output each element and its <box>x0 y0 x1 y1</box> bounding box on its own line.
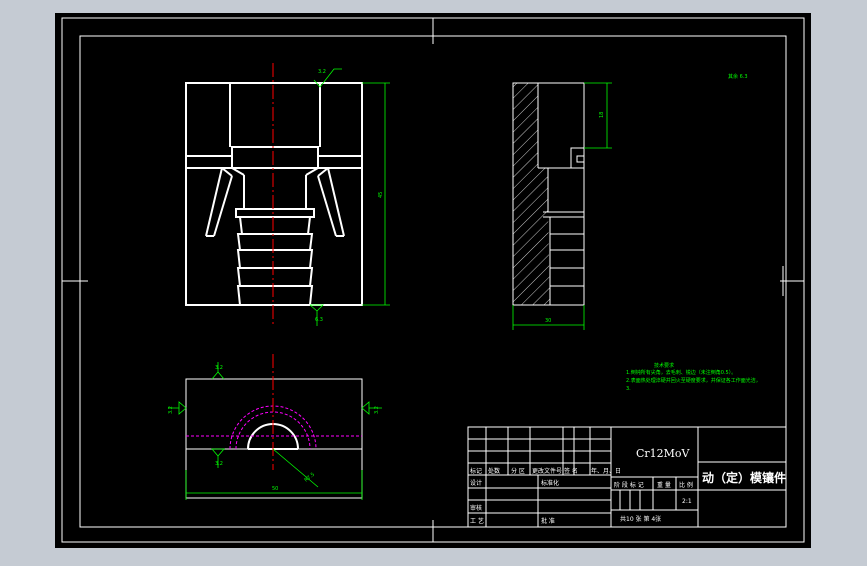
header-date: 年、月、日 <box>591 467 621 475</box>
header-mark: 标记 <box>470 467 482 475</box>
process-label: 工 艺 <box>470 517 484 525</box>
height-dimension-text: 45 <box>378 192 384 198</box>
header-count: 处数 <box>488 467 500 475</box>
corner-roughness-note: 其余 6.3 <box>728 73 748 80</box>
drawing-canvas: 45 3.2 6.3 18 30 50 R7.5 3.2 3.2 3.2 3.2… <box>0 0 867 562</box>
sheet-info: 共10 张 第 4张 <box>620 515 661 523</box>
design-label: 设计 <box>470 479 482 487</box>
plan-roughness-left: 3.2 <box>168 406 174 414</box>
plan-roughness-right: 3.2 <box>374 406 380 414</box>
part-name-label: 动（定）模镶件 <box>702 470 786 485</box>
roughness-bottom-value: 6.3 <box>315 317 323 323</box>
tech-req-line2: 2.表面热处理淬硬并回火至硬度要求，并保证各工作面光洁， <box>626 377 761 384</box>
material-label: Cr12MoV <box>636 447 691 460</box>
cad-viewport[interactable]: 45 3.2 6.3 18 30 50 R7.5 3.2 3.2 3.2 3.2… <box>0 0 867 562</box>
scale-value: 2:1 <box>682 498 692 505</box>
weight-label: 重 量 <box>657 481 671 489</box>
approve-label: 批 准 <box>541 517 555 525</box>
roughness-top-value: 3.2 <box>318 69 326 75</box>
side-width-dimension-text: 30 <box>545 318 551 324</box>
tech-req-line1: 1.倒钝所有尖角，去毛刺、锐边（未注倒角0.5）。 <box>626 369 736 376</box>
side-top-dimension-text: 18 <box>599 112 605 118</box>
check-label: 审核 <box>470 504 482 512</box>
scale-label: 比 例 <box>679 481 693 489</box>
header-zone: 分 区 <box>511 467 525 475</box>
plan-roughness-top: 3.2 <box>215 365 223 371</box>
header-change-doc: 更改文件号 <box>532 467 562 475</box>
standard-label: 标准化 <box>541 479 559 487</box>
plan-width-dimension-text: 50 <box>272 486 278 492</box>
header-signature: 签 名 <box>564 467 578 475</box>
stage-label: 阶 段 标 记 <box>614 481 644 489</box>
tech-req-heading: 技术要求 <box>654 362 674 369</box>
tech-req-line3: 3. <box>626 386 631 392</box>
plan-roughness-bottom: 3.2 <box>215 461 223 467</box>
